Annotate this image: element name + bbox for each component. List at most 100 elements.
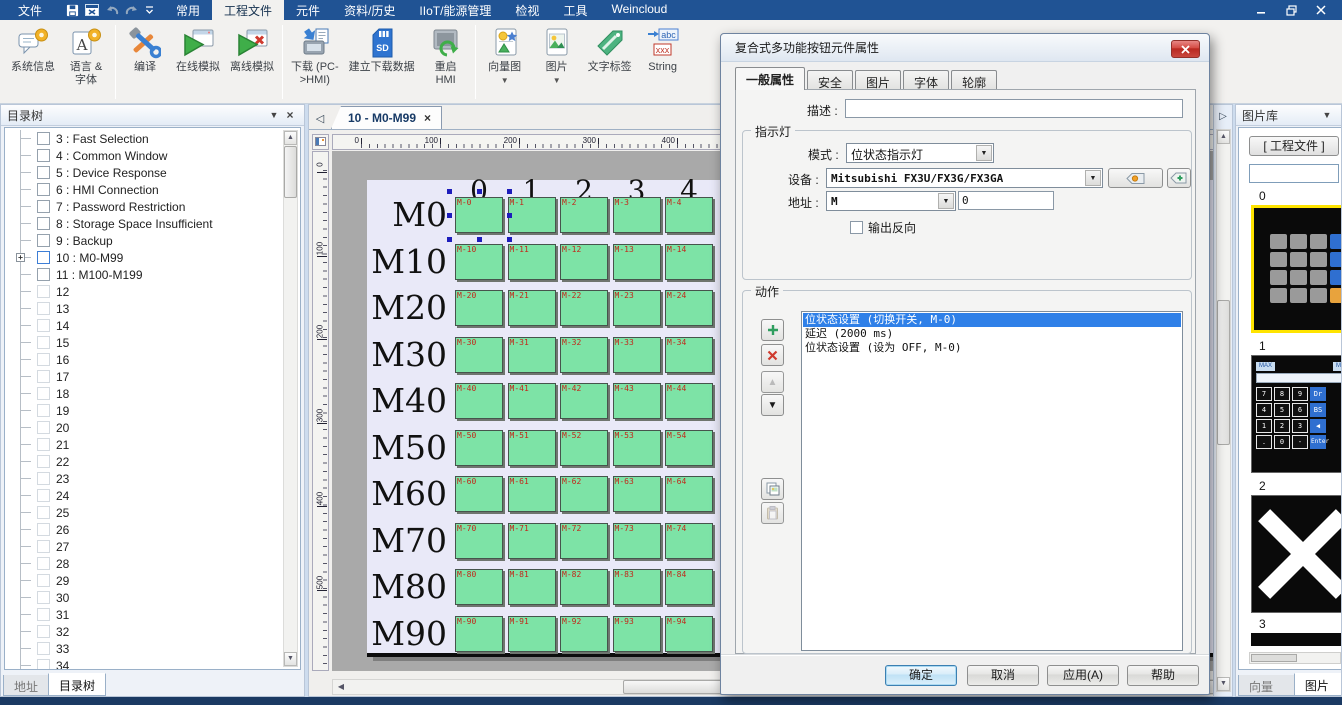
- tree-item-checkbox[interactable]: [37, 557, 50, 570]
- apply-button[interactable]: 应用(A): [1047, 665, 1119, 686]
- hmi-toggle-button[interactable]: M-32: [560, 337, 608, 373]
- tree-item[interactable]: 15: [9, 334, 282, 351]
- expand-panel-icon[interactable]: ▷: [1216, 109, 1230, 125]
- tree-item[interactable]: 4 : Common Window: [9, 147, 282, 164]
- tree-item[interactable]: 5 : Device Response: [9, 164, 282, 181]
- help-button[interactable]: 帮助: [1127, 665, 1199, 686]
- tree-item-checkbox[interactable]: [37, 540, 50, 553]
- tree-item-checkbox[interactable]: [37, 217, 50, 230]
- tree-item[interactable]: 32: [9, 623, 282, 640]
- tree-item[interactable]: 9 : Backup: [9, 232, 282, 249]
- tree-item-checkbox[interactable]: [37, 455, 50, 468]
- menu-tab-changyong[interactable]: 常用: [164, 0, 212, 20]
- selection-handle[interactable]: [507, 189, 512, 194]
- move-up-button[interactable]: ▲: [761, 371, 784, 393]
- hmi-toggle-button[interactable]: M-81: [508, 569, 556, 605]
- tree-item-checkbox[interactable]: [37, 319, 50, 332]
- tree-item-checkbox[interactable]: [37, 251, 50, 264]
- hmi-toggle-button[interactable]: M-83: [613, 569, 661, 605]
- tree-item-checkbox[interactable]: [37, 625, 50, 638]
- tree-item[interactable]: 26: [9, 521, 282, 538]
- library-horizontal-scrollbar[interactable]: [1249, 652, 1341, 664]
- tree-item[interactable]: 34: [9, 657, 282, 670]
- image-state-combobox[interactable]: [1249, 164, 1339, 183]
- tree-item[interactable]: 29: [9, 572, 282, 589]
- hmi-toggle-button[interactable]: M-4: [665, 197, 713, 233]
- hmi-toggle-button[interactable]: M-22: [560, 290, 608, 326]
- panel-menu-icon[interactable]: ▼: [1319, 110, 1335, 120]
- tree-item-checkbox[interactable]: [37, 642, 50, 655]
- address-type-dropdown[interactable]: M ▼: [826, 191, 956, 211]
- tree-item-checkbox[interactable]: [37, 404, 50, 417]
- hmi-toggle-button[interactable]: M-33: [613, 337, 661, 373]
- tree-scrollbar[interactable]: ▲ ▼: [283, 130, 298, 667]
- tab-security[interactable]: 安全: [807, 70, 853, 90]
- tree-item-checkbox[interactable]: [37, 285, 50, 298]
- restore-button[interactable]: [1278, 2, 1304, 18]
- output-invert-checkbox[interactable]: [850, 221, 863, 234]
- tree-item[interactable]: 7 : Password Restriction: [9, 198, 282, 215]
- hmi-toggle-button[interactable]: M-20: [455, 290, 503, 326]
- hmi-toggle-button[interactable]: M-63: [613, 476, 661, 512]
- hmi-toggle-button[interactable]: M-52: [560, 430, 608, 466]
- hmi-toggle-button[interactable]: M-14: [665, 244, 713, 280]
- move-down-button[interactable]: ▼: [761, 394, 784, 416]
- hmi-toggle-button[interactable]: M-54: [665, 430, 713, 466]
- export-icon[interactable]: [85, 4, 99, 16]
- tree-item-checkbox[interactable]: [37, 200, 50, 213]
- hmi-toggle-button[interactable]: M-70: [455, 523, 503, 559]
- action-list-item[interactable]: 延迟 (2000 ms): [803, 327, 1181, 341]
- menu-tab-view[interactable]: 检视: [503, 0, 551, 20]
- action-list[interactable]: 位状态设置 (切换开关, M-0)延迟 (2000 ms)位状态设置 (设为 O…: [801, 311, 1183, 651]
- tree-item-checkbox[interactable]: [37, 574, 50, 587]
- selection-handle[interactable]: [447, 237, 452, 242]
- hmi-toggle-button[interactable]: M-80: [455, 569, 503, 605]
- thumbnail-2[interactable]: 2: [1251, 479, 1342, 613]
- hmi-toggle-button[interactable]: M-62: [560, 476, 608, 512]
- hmi-toggle-button[interactable]: M-93: [613, 616, 661, 652]
- tab-font[interactable]: 字体: [903, 70, 949, 90]
- hmi-toggle-button[interactable]: M-92: [560, 616, 608, 652]
- description-input[interactable]: [845, 99, 1183, 118]
- paste-action-button[interactable]: [761, 502, 784, 524]
- device-dropdown[interactable]: Mitsubishi FX3U/FX3G/FX3GA ▼: [826, 168, 1103, 188]
- selection-handle[interactable]: [447, 213, 452, 218]
- hmi-toggle-button[interactable]: M-60: [455, 476, 503, 512]
- cancel-button[interactable]: 取消: [967, 665, 1039, 686]
- save-icon[interactable]: [66, 4, 79, 17]
- document-tab-close-icon[interactable]: ×: [424, 111, 431, 129]
- ribbon-button-vector-graphics[interactable]: 向量图 ▼: [479, 23, 531, 101]
- selection-handle[interactable]: [477, 237, 482, 242]
- thumbnail-0[interactable]: 0: [1251, 189, 1342, 333]
- hmi-toggle-button[interactable]: M-30: [455, 337, 503, 373]
- tree-item[interactable]: 21: [9, 436, 282, 453]
- tree-item-checkbox[interactable]: [37, 234, 50, 247]
- hmi-toggle-button[interactable]: M-11: [508, 244, 556, 280]
- thumbnail-1[interactable]: 1 MAX MIN 789Dr456BS123◀.0-Enter: [1251, 339, 1342, 473]
- ribbon-button-system-info[interactable]: 系统信息: [6, 23, 60, 101]
- ribbon-button-online-simulation[interactable]: 在线模拟: [171, 23, 225, 101]
- menu-tab-data-history[interactable]: 资料/历史: [332, 0, 407, 20]
- scrollbar-thumb[interactable]: [1251, 654, 1297, 662]
- thumbnail-2-image[interactable]: [1251, 495, 1342, 613]
- dialog-close-button[interactable]: [1171, 40, 1200, 58]
- tree-item[interactable]: 17: [9, 368, 282, 385]
- ribbon-button-string[interactable]: abcxxx String: [637, 23, 689, 101]
- hmi-toggle-button[interactable]: M-53: [613, 430, 661, 466]
- close-button[interactable]: [1308, 2, 1334, 18]
- selection-handle[interactable]: [507, 213, 512, 218]
- hmi-toggle-button[interactable]: M-0: [455, 197, 503, 233]
- ribbon-button-reboot-hmi[interactable]: 重启 HMI: [420, 23, 472, 101]
- hmi-toggle-button[interactable]: M-1: [508, 197, 556, 233]
- hmi-toggle-button[interactable]: M-73: [613, 523, 661, 559]
- tree-item[interactable]: 18: [9, 385, 282, 402]
- tree-item-checkbox[interactable]: [37, 370, 50, 383]
- tab-vector-library[interactable]: 向量图库: [1238, 675, 1295, 696]
- tree-item-checkbox[interactable]: [37, 659, 50, 670]
- tree-item-checkbox[interactable]: [37, 353, 50, 366]
- tree-item-checkbox[interactable]: [37, 149, 50, 162]
- hmi-toggle-button[interactable]: M-24: [665, 290, 713, 326]
- quick-access-more-icon[interactable]: [145, 6, 154, 15]
- tree-item[interactable]: 11 : M100-M199: [9, 266, 282, 283]
- undo-icon[interactable]: [105, 5, 119, 16]
